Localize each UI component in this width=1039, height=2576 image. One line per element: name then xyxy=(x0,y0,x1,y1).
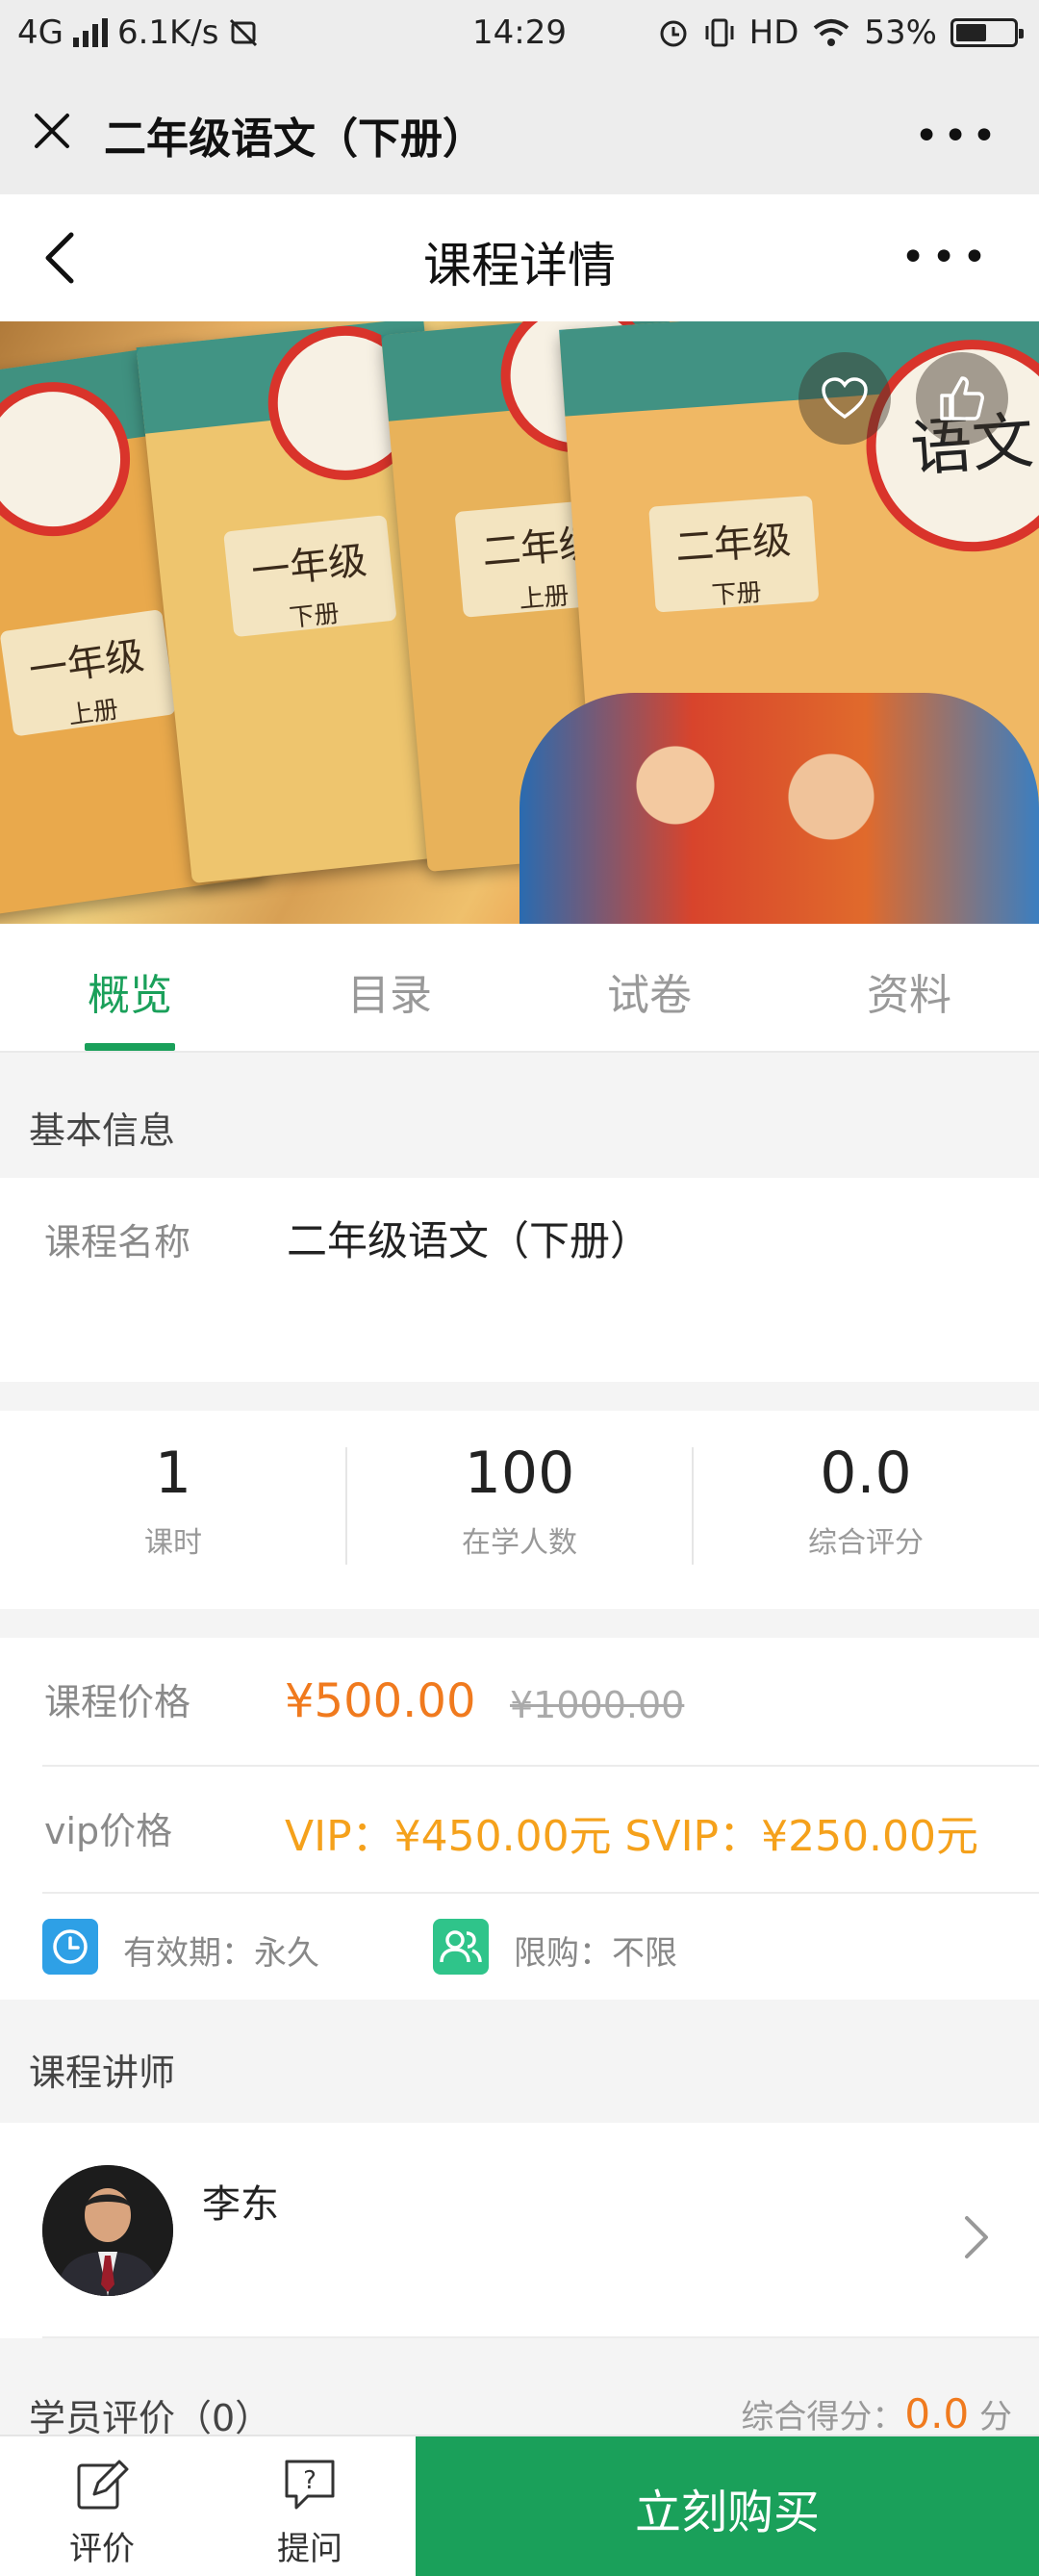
purchase-limit-text: 限购：不限 xyxy=(514,1934,677,1973)
battery-percent: 53% xyxy=(864,13,937,52)
original-price: ¥1000.00 xyxy=(510,1684,685,1726)
stat-rating: 0.0 综合评分 xyxy=(693,1440,1039,1561)
like-button[interactable] xyxy=(916,352,1008,445)
status-bar: 4G 6.1K/s 14:29 HD 53% xyxy=(0,0,1039,69)
stat-learners: 100 在学人数 xyxy=(346,1440,693,1561)
hd-indicator: HD xyxy=(748,13,799,52)
teacher-heading: 课程讲师 xyxy=(0,2000,1039,2123)
review-button[interactable]: 评价 xyxy=(44,2456,160,2569)
course-name-value: 二年级语文（下册） xyxy=(287,1217,651,1264)
vip-price-value: VIP：¥450.00元 SVIP：¥250.00元 xyxy=(285,1812,979,1861)
teacher-avatar xyxy=(42,2165,173,2296)
course-tabs: 概览 目录 试卷 资料 xyxy=(0,924,1039,1053)
app-title-bar: 二年级语文（下册） ••• xyxy=(0,69,1039,194)
active-tab-indicator xyxy=(85,1043,175,1051)
reviews-heading: 学员评价（0） xyxy=(29,2397,272,2439)
review-label: 评价 xyxy=(69,2530,135,2568)
stat-value: 1 xyxy=(154,1440,192,1507)
app-more-button[interactable]: ••• xyxy=(914,112,1001,161)
wifi-icon xyxy=(814,19,849,46)
reviews-header: 学员评价（0） 综合得分：0.0 分 xyxy=(0,2338,1039,2439)
bottom-action-bar: 评价 ? 提问 立刻购买 xyxy=(0,2435,1039,2576)
favorite-button[interactable] xyxy=(798,352,891,445)
tab-catalog[interactable]: 目录 xyxy=(260,960,520,1022)
app-title: 二年级语文（下册） xyxy=(104,115,485,164)
overall-score: 综合得分：0.0 分 xyxy=(741,2390,1012,2437)
basic-info-heading: 基本信息 xyxy=(0,1053,1039,1178)
basic-info-card: 课程名称 二年级语文（下册） xyxy=(0,1178,1039,1382)
tab-exams[interactable]: 试卷 xyxy=(520,960,779,1022)
thumbs-up-icon xyxy=(940,376,984,421)
chevron-right-icon xyxy=(965,2216,988,2258)
illustration-children xyxy=(520,693,1039,924)
tab-materials[interactable]: 资料 xyxy=(779,960,1039,1022)
teacher-name: 李东 xyxy=(202,2182,279,2227)
page-header: 课程详情 ••• xyxy=(0,194,1039,321)
divider xyxy=(42,1765,1039,1767)
heart-icon xyxy=(822,377,868,420)
buy-now-button[interactable]: 立刻购买 xyxy=(416,2436,1039,2576)
close-icon[interactable] xyxy=(29,108,75,154)
divider xyxy=(42,1892,1039,1894)
current-price: ¥500.00 xyxy=(285,1674,476,1728)
battery-icon xyxy=(950,18,1024,47)
ask-label: 提问 xyxy=(277,2530,342,2568)
stat-label: 课时 xyxy=(144,1526,202,1560)
course-stats: 1 课时 100 在学人数 0.0 综合评分 xyxy=(0,1411,1039,1609)
stat-value: 0.0 xyxy=(820,1440,912,1507)
page-title: 课程详情 xyxy=(423,238,616,293)
svg-text:?: ? xyxy=(303,2466,317,2495)
stat-label: 综合评分 xyxy=(808,1526,924,1560)
validity-text: 有效期：永久 xyxy=(123,1934,319,1973)
course-cover-image: 一年级 上册 一年级 下册 二年级 上册 语文 二年级 下册 xyxy=(0,321,1039,924)
vibrate-icon xyxy=(705,18,734,47)
teacher-row[interactable]: 李东 xyxy=(0,2123,1039,2338)
alarm-icon xyxy=(660,20,687,47)
course-name-label: 课程名称 xyxy=(44,1221,191,1263)
users-icon xyxy=(433,1919,489,1975)
section-gap xyxy=(0,1609,1039,1638)
ask-button[interactable]: ? 提问 xyxy=(252,2456,367,2569)
pricing-card: 课程价格 ¥500.00 ¥1000.00 vip价格 VIP：¥450.00元… xyxy=(0,1638,1039,2000)
overall-score-value: 0.0 xyxy=(904,2390,970,2437)
section-gap xyxy=(0,1382,1039,1411)
clock-icon xyxy=(42,1919,98,1975)
page-more-button[interactable]: ••• xyxy=(900,233,993,282)
edit-icon xyxy=(77,2460,129,2510)
stat-label: 在学人数 xyxy=(462,1526,577,1560)
question-icon: ? xyxy=(285,2460,335,2510)
price-label: 课程价格 xyxy=(44,1681,191,1723)
stat-lessons: 1 课时 xyxy=(0,1440,346,1561)
tab-overview[interactable]: 概览 xyxy=(0,960,260,1022)
clock: 14:29 xyxy=(472,13,567,52)
vip-price-label: vip价格 xyxy=(44,1810,173,1852)
stat-value: 100 xyxy=(464,1440,575,1507)
